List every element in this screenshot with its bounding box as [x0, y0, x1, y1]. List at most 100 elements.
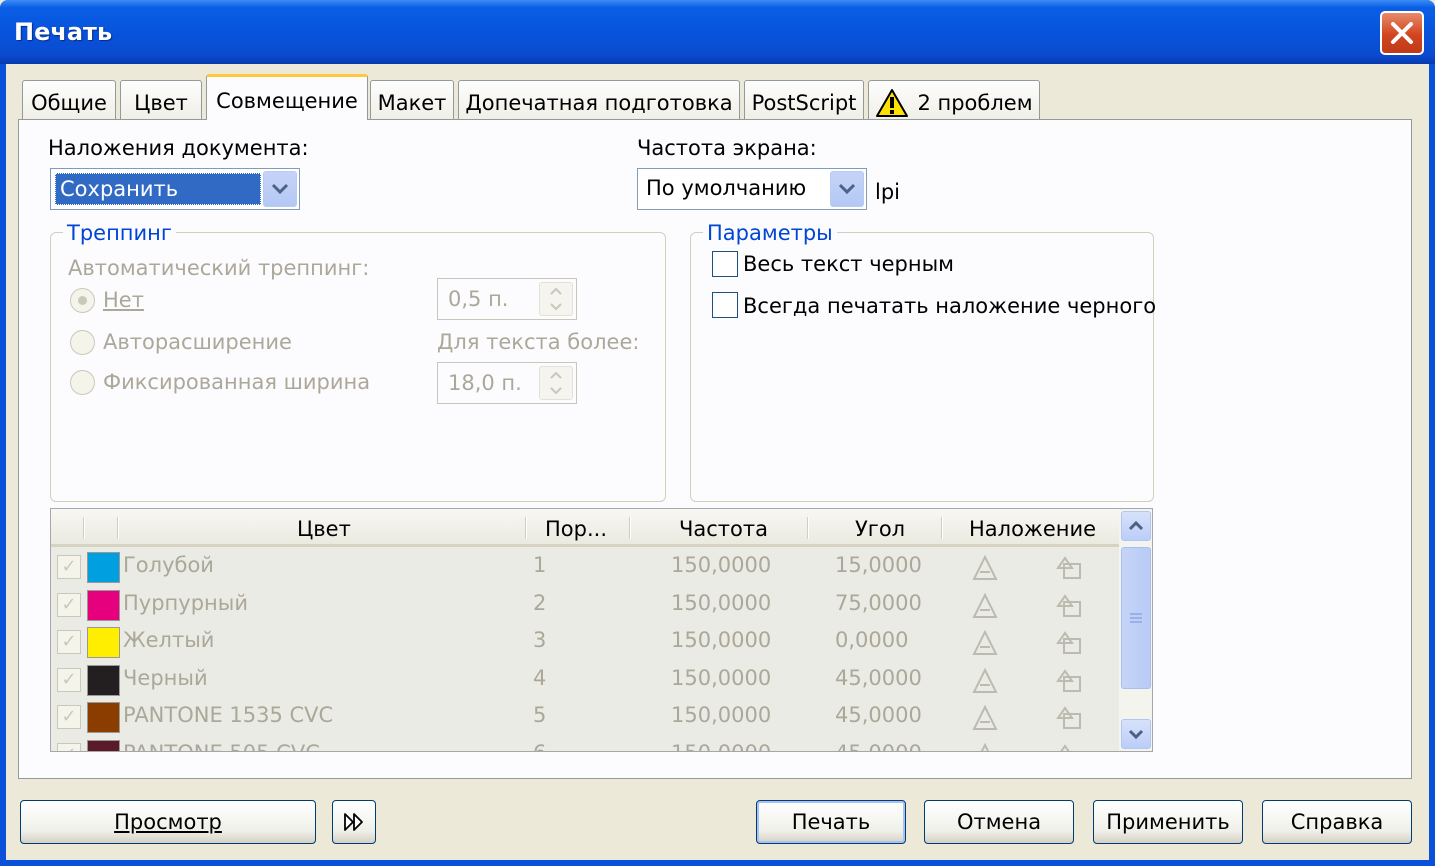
header-angle[interactable]: Угол: [855, 517, 905, 541]
tab-layout[interactable]: Макет: [370, 80, 454, 120]
tab-prepress[interactable]: Допечатная подготовка: [458, 80, 740, 120]
all-text-black-label: Весь текст черным: [743, 252, 955, 276]
trapping-auto-spread-label: Авторасширение: [103, 330, 292, 354]
header-overprint[interactable]: Наложение: [969, 517, 1096, 541]
overprint-graphics-icon[interactable]: [1055, 629, 1085, 662]
row-frequency: 150,0000: [671, 665, 772, 690]
scroll-up-button[interactable]: [1121, 511, 1151, 541]
row-order: 6: [533, 741, 546, 752]
overprint-text-icon[interactable]: [971, 704, 999, 737]
overprint-text-icon[interactable]: [971, 742, 999, 751]
text-above-value: 18,0 п.: [448, 371, 522, 395]
trapping-group-title: Треппинг: [63, 221, 176, 245]
header-frequency[interactable]: Частота: [679, 517, 768, 541]
row-enabled-checkbox[interactable]: ✓: [57, 742, 81, 751]
trap-width-spinner[interactable]: 0,5 п.: [437, 278, 577, 320]
header-separator: [83, 517, 85, 539]
overprint-graphics-icon[interactable]: [1055, 742, 1085, 751]
overprint-graphics-icon[interactable]: [1055, 704, 1085, 737]
row-angle: 0,0000: [835, 628, 909, 652]
trapping-none-label: Нет: [103, 288, 144, 312]
color-swatch: [87, 739, 120, 751]
trapping-fixed-width-radio[interactable]: [70, 370, 95, 395]
trapping-auto-spread-radio[interactable]: [70, 330, 95, 355]
all-text-black-checkbox[interactable]: [712, 251, 738, 277]
header-order[interactable]: Пор...: [545, 517, 607, 541]
row-enabled-checkbox[interactable]: ✓: [57, 630, 81, 654]
row-angle: 15,0000: [835, 553, 922, 577]
table-row[interactable]: ✓ PANTONE 505 CVC 6 150,0000 45,0000: [51, 737, 1119, 752]
screen-frequency-unit: lpi: [875, 180, 900, 204]
header-separator: [629, 517, 631, 539]
tab-postscript[interactable]: PostScript: [744, 80, 864, 120]
table-row[interactable]: ✓ Голубой 1 150,0000 15,0000: [51, 549, 1119, 586]
overprint-text-icon[interactable]: [971, 629, 999, 662]
trap-width-value: 0,5 п.: [448, 287, 509, 311]
auto-trapping-label: Автоматический треппинг:: [68, 256, 370, 280]
overprint-dropdown-button[interactable]: [263, 171, 297, 207]
row-enabled-checkbox[interactable]: ✓: [57, 667, 81, 692]
row-enabled-checkbox[interactable]: ✓: [57, 555, 81, 579]
apply-button[interactable]: Применить: [1093, 800, 1243, 844]
table-row[interactable]: ✓ PANTONE 1535 CVC 5 150,0000 45,0000: [51, 699, 1119, 736]
title-bar[interactable]: Печать: [0, 0, 1435, 64]
row-frequency: 150,0000: [671, 590, 772, 615]
row-enabled-checkbox[interactable]: ✓: [57, 592, 81, 617]
text-above-spinner[interactable]: 18,0 п.: [437, 362, 577, 404]
trap-width-spin-buttons[interactable]: [539, 282, 573, 316]
overprint-graphics-icon[interactable]: [1055, 592, 1085, 625]
row-order: 2: [533, 590, 547, 615]
close-button[interactable]: [1380, 11, 1424, 55]
table-row[interactable]: ✓ Черный 4 150,0000 45,0000: [51, 662, 1119, 699]
scroll-thumb[interactable]: [1121, 547, 1151, 689]
color-swatch: [87, 664, 120, 696]
overprint-text-icon[interactable]: [971, 592, 999, 625]
tab-general[interactable]: Общие: [22, 80, 116, 120]
header-separator: [941, 517, 943, 539]
trapping-none-radio[interactable]: [70, 288, 95, 313]
double-chevron-right-icon: [344, 813, 363, 831]
tab-color[interactable]: Цвет: [120, 80, 202, 120]
overprint-label: Наложения документа:: [48, 136, 309, 160]
preview-button[interactable]: Просмотр: [20, 800, 316, 844]
window-title: Печать: [14, 18, 113, 46]
screen-frequency-select[interactable]: По умолчанию: [637, 168, 867, 210]
row-frequency: 150,0000: [671, 741, 771, 752]
chevron-down-icon: [838, 183, 856, 195]
always-overprint-black-checkbox[interactable]: [712, 292, 738, 318]
table-scrollbar[interactable]: [1119, 509, 1152, 751]
always-overprint-black-label: Всегда печатать наложение черного: [743, 294, 1157, 318]
expand-preview-button[interactable]: [332, 800, 376, 844]
text-above-spin-buttons[interactable]: [539, 366, 573, 400]
parameters-group-title: Параметры: [703, 221, 837, 245]
overprint-graphics-icon[interactable]: [1055, 554, 1085, 587]
table-header: Цвет Пор... Частота Угол Наложение: [51, 509, 1119, 547]
row-color-name: Пурпурный: [123, 590, 248, 615]
color-swatch: [87, 702, 120, 733]
row-frequency: 150,0000: [671, 628, 772, 652]
row-order: 3: [533, 628, 547, 652]
table-row[interactable]: ✓ Желтый 3 150,0000 0,0000: [51, 624, 1119, 661]
row-order: 1: [533, 553, 547, 577]
overprint-select[interactable]: Сохранить: [50, 168, 300, 210]
print-button[interactable]: Печать: [756, 800, 906, 844]
help-button[interactable]: Справка: [1262, 800, 1412, 844]
cancel-button[interactable]: Отмена: [924, 800, 1074, 844]
row-color-name: Черный: [123, 665, 208, 690]
table-row[interactable]: ✓ Пурпурный 2 150,0000 75,0000: [51, 587, 1119, 624]
overprint-text-icon[interactable]: [971, 667, 999, 700]
screen-frequency-dropdown-button[interactable]: [830, 171, 864, 207]
header-color[interactable]: Цвет: [297, 517, 351, 541]
tab-issues[interactable]: 2 проблем: [868, 80, 1040, 120]
row-enabled-checkbox[interactable]: ✓: [57, 705, 81, 729]
trapping-fixed-width-label: Фиксированная ширина: [103, 370, 371, 394]
row-angle: 45,0000: [835, 703, 922, 727]
row-color-name: Желтый: [123, 628, 215, 652]
overprint-text-icon[interactable]: [971, 554, 999, 587]
overprint-graphics-icon[interactable]: [1055, 667, 1085, 700]
grip-icon: [1130, 613, 1142, 623]
tab-separations[interactable]: Совмещение: [206, 74, 368, 120]
spin-down-icon: [550, 387, 562, 395]
scroll-down-button[interactable]: [1121, 719, 1151, 749]
row-angle: 75,0000: [835, 590, 922, 615]
